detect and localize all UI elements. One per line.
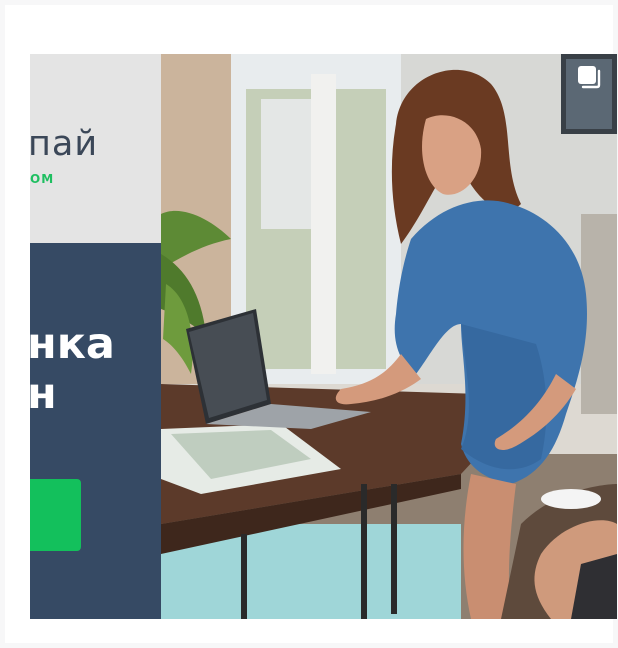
banner-headline-area: нка н — [30, 243, 161, 619]
banner-logo-area: пай ОМ — [30, 54, 161, 243]
photo-illustration — [161, 54, 617, 619]
banner-headline: нка н — [30, 319, 158, 419]
headline-line-2: н — [30, 369, 57, 419]
carousel-icon — [578, 66, 601, 89]
headline-line-1: нка — [30, 319, 115, 369]
brand-name: пай — [30, 124, 99, 164]
ad-banner-panel: пай ОМ нка н — [30, 54, 161, 619]
post-frame: пай ОМ нка н — [5, 5, 617, 643]
post-image[interactable]: пай ОМ нка н — [30, 54, 617, 619]
brand-subtitle: ОМ — [30, 172, 55, 186]
office-photo — [161, 54, 617, 619]
cta-button[interactable] — [30, 479, 81, 551]
